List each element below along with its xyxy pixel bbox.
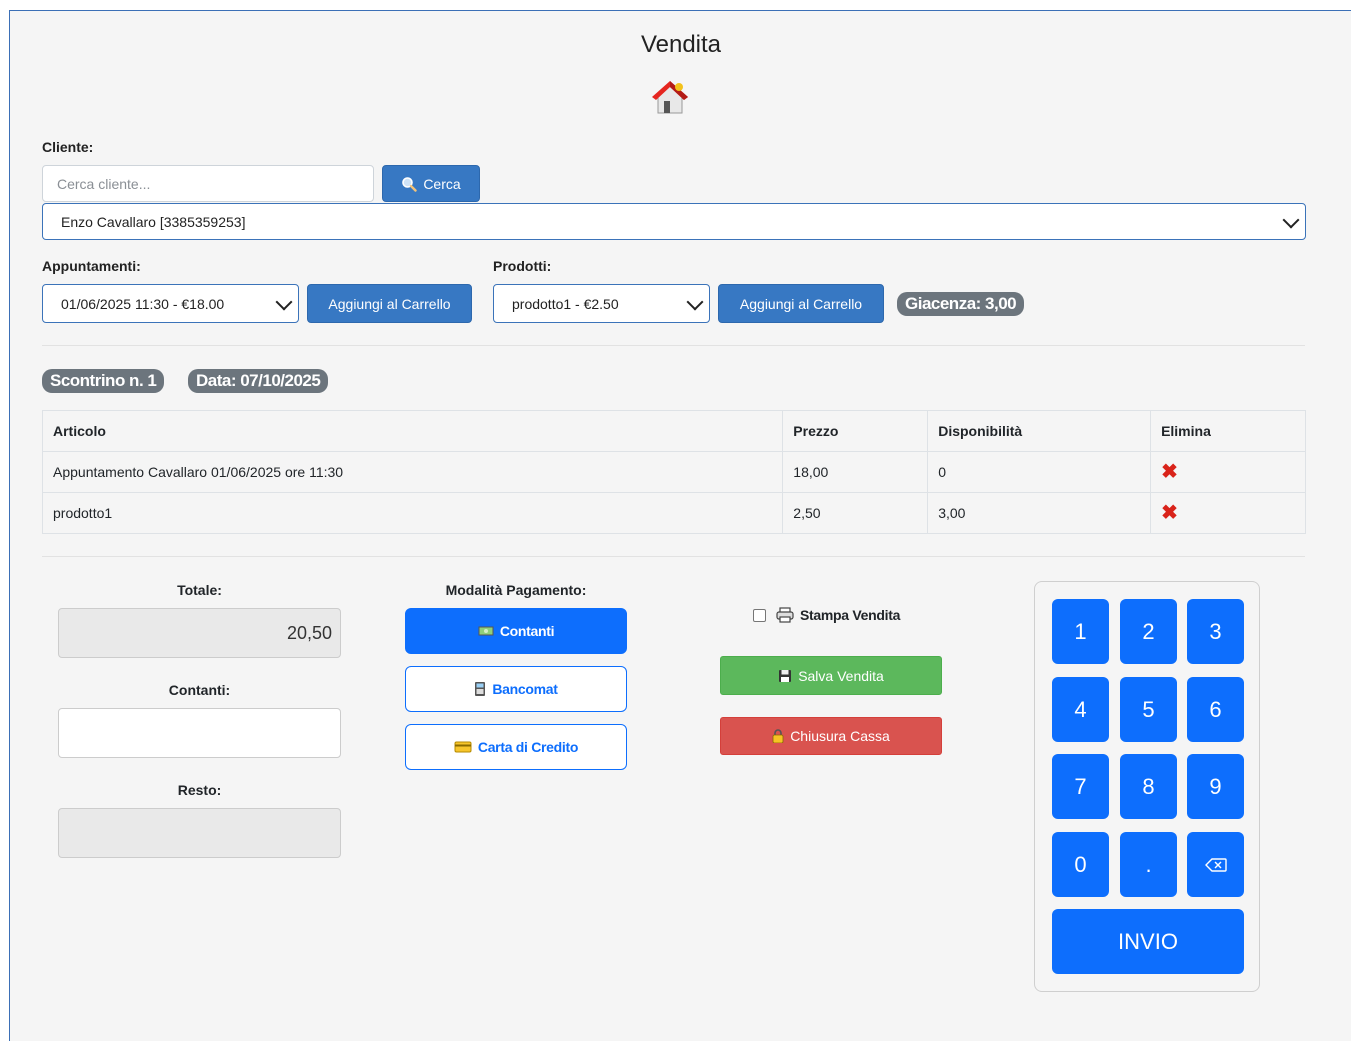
totale-field: 20,50 xyxy=(58,608,341,658)
delete-icon[interactable]: ✖ xyxy=(1161,461,1178,483)
contanti-label: Contanti: xyxy=(168,682,231,698)
appuntamenti-add-button[interactable]: Aggiungi al Carrello xyxy=(307,284,472,323)
resto-label: Resto: xyxy=(177,782,222,798)
table-header-row: Articolo Prezzo Disponibilità Elimina xyxy=(41,410,1306,452)
divider xyxy=(42,345,1305,346)
table-row: Appuntamento Cavallaro 01/06/2025 ore 11… xyxy=(41,451,1306,493)
page-frame: Vendita Cliente: Cerca Enzo Cavallaro [3… xyxy=(9,10,1351,1041)
stampa-vendita-row: Stampa Vendita xyxy=(753,607,900,623)
page-title: Vendita xyxy=(640,31,722,58)
cell-articolo: Appuntamento Cavallaro 01/06/2025 ore 11… xyxy=(41,451,784,493)
chevron-down-icon xyxy=(686,293,704,310)
key-2[interactable]: 2 xyxy=(1120,599,1177,664)
floppy-disk-icon xyxy=(779,669,792,682)
carta-credito-button-label: Carta di Credito xyxy=(477,739,579,755)
key-decimal[interactable]: . xyxy=(1120,832,1177,897)
totale-label: Totale: xyxy=(177,582,222,598)
giacenza-badge: Giacenza: 3,00 xyxy=(897,292,1025,316)
prodotti-select-value: prodotto1 - €2.50 xyxy=(512,295,619,312)
key-5[interactable]: 5 xyxy=(1120,677,1177,742)
column-header: Disponibilità xyxy=(927,410,1152,452)
key-3[interactable]: 3 xyxy=(1187,599,1244,664)
cerca-button[interactable]: Cerca xyxy=(382,165,480,202)
pagamento-label: Modalità Pagamento: xyxy=(445,582,587,598)
chiusura-cassa-button[interactable]: Chiusura Cassa xyxy=(720,717,942,755)
totale-value: 20,50 xyxy=(286,622,332,643)
invio-button[interactable]: INVIO xyxy=(1052,909,1244,974)
column-header: Prezzo xyxy=(782,410,929,452)
contanti-button-label: Contanti xyxy=(499,623,555,639)
carta-credito-button[interactable]: Carta di Credito xyxy=(405,724,627,770)
cliente-search-input[interactable] xyxy=(42,165,374,202)
salva-vendita-button[interactable]: Salva Vendita xyxy=(720,656,942,695)
cell-disponibilita: 3,00 xyxy=(927,492,1152,534)
key-8[interactable]: 8 xyxy=(1120,754,1177,819)
appuntamenti-select-value: 01/06/2025 11:30 - €18.00 xyxy=(61,295,225,312)
appuntamenti-label: Appuntamenti: xyxy=(42,258,141,274)
contanti-input[interactable] xyxy=(58,708,341,758)
lock-icon xyxy=(772,729,784,743)
prodotti-label: Prodotti: xyxy=(493,258,552,274)
stampa-vendita-checkbox[interactable] xyxy=(753,608,766,622)
key-9[interactable]: 9 xyxy=(1187,754,1244,819)
cart-table: Articolo Prezzo Disponibilità Elimina Ap… xyxy=(41,410,1306,534)
cell-elimina: ✖ xyxy=(1150,492,1306,534)
key-7[interactable]: 7 xyxy=(1052,754,1109,819)
stampa-vendita-label: Stampa Vendita xyxy=(800,607,901,623)
column-header: Articolo xyxy=(41,410,784,452)
contanti-button[interactable]: Contanti xyxy=(405,608,627,654)
cell-articolo: prodotto1 xyxy=(41,492,784,534)
delete-icon[interactable]: ✖ xyxy=(1161,502,1178,524)
chevron-down-icon xyxy=(1282,211,1300,228)
cash-icon xyxy=(478,626,494,636)
key-backspace[interactable] xyxy=(1187,832,1244,897)
divider xyxy=(42,556,1305,557)
card-terminal-icon xyxy=(475,682,486,696)
bancomat-button-label: Bancomat xyxy=(492,681,558,697)
cliente-select-value: Enzo Cavallaro [3385359253] xyxy=(61,213,246,230)
cerca-button-label: Cerca xyxy=(423,175,461,192)
cliente-label: Cliente: xyxy=(42,139,94,155)
search-icon xyxy=(402,176,418,192)
bancomat-button[interactable]: Bancomat xyxy=(405,666,627,712)
key-0[interactable]: 0 xyxy=(1052,832,1109,897)
backspace-icon xyxy=(1204,857,1227,872)
resto-field xyxy=(58,808,341,858)
key-6[interactable]: 6 xyxy=(1187,677,1244,742)
home-icon[interactable] xyxy=(648,73,692,117)
appuntamenti-select[interactable]: 01/06/2025 11:30 - €18.00 xyxy=(42,284,299,323)
numeric-keypad: 1 2 3 4 5 6 7 8 9 0 . INVIO xyxy=(1034,581,1260,992)
key-4[interactable]: 4 xyxy=(1052,677,1109,742)
prodotti-select[interactable]: prodotto1 - €2.50 xyxy=(493,284,710,323)
key-1[interactable]: 1 xyxy=(1052,599,1109,664)
cell-elimina: ✖ xyxy=(1150,451,1306,493)
data-badge: Data: 07/10/2025 xyxy=(188,369,329,393)
scontrino-badge: Scontrino n. 1 xyxy=(42,369,165,393)
credit-card-icon xyxy=(454,741,472,753)
cell-prezzo: 2,50 xyxy=(782,492,929,534)
printer-icon xyxy=(776,607,794,623)
prodotti-add-button[interactable]: Aggiungi al Carrello xyxy=(718,284,884,323)
salva-vendita-label: Salva Vendita xyxy=(798,667,884,684)
cell-prezzo: 18,00 xyxy=(782,451,929,493)
table-row: prodotto1 2,50 3,00 ✖ xyxy=(41,492,1306,534)
chevron-down-icon xyxy=(275,293,293,310)
chiusura-cassa-label: Chiusura Cassa xyxy=(790,728,890,744)
column-header: Elimina xyxy=(1150,410,1306,452)
cliente-select[interactable]: Enzo Cavallaro [3385359253] xyxy=(42,203,1306,240)
cell-disponibilita: 0 xyxy=(927,451,1152,493)
